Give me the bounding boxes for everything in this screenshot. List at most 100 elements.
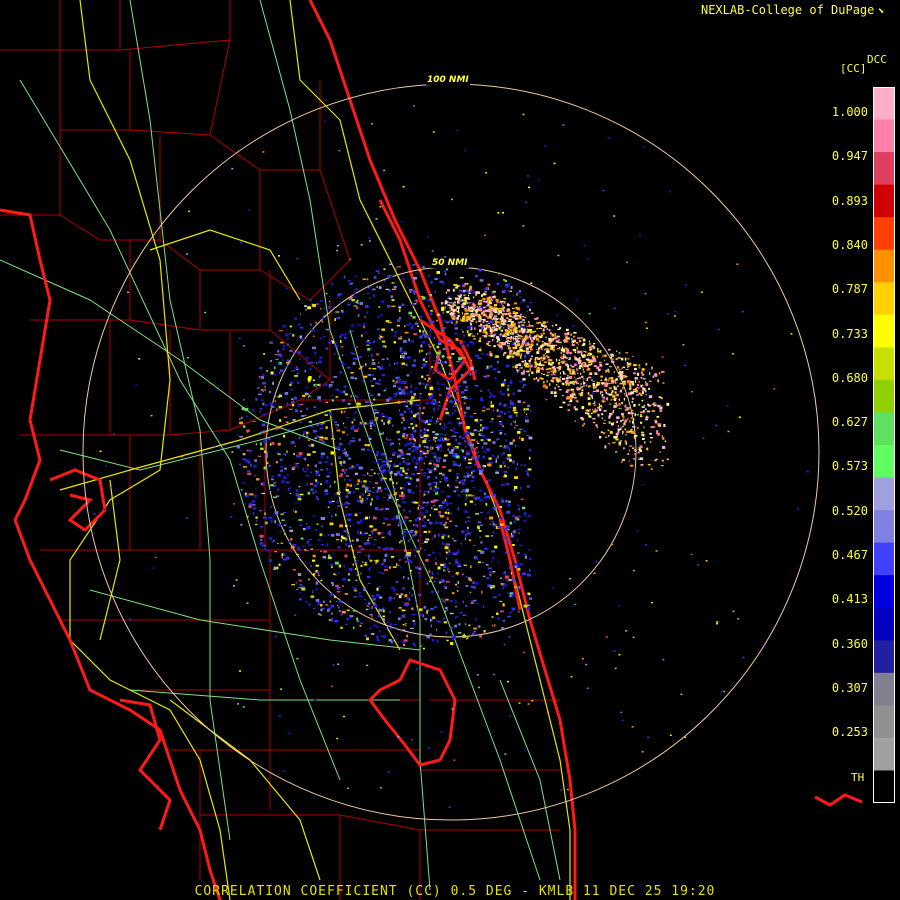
- echo-pixel: [399, 414, 404, 416]
- echo-pixel: [310, 426, 314, 428]
- echo-pixel: [527, 573, 531, 577]
- echo-pixel: [312, 335, 315, 337]
- echo-pixel: [468, 520, 470, 522]
- echo-pixel: [649, 437, 653, 439]
- echo-pixel: [525, 413, 528, 415]
- echo-pixel: [373, 528, 377, 531]
- echo-pixel: [381, 346, 386, 348]
- echo-pixel: [380, 489, 382, 492]
- echo-pixel: [320, 604, 323, 607]
- echo-pixel: [350, 372, 354, 374]
- echo-pixel: [640, 463, 644, 466]
- echo-pixel: [437, 448, 440, 451]
- echo-pixel: [362, 533, 366, 535]
- echo-pixel: [462, 614, 467, 616]
- echo-pixel: [411, 501, 415, 503]
- echo-pixel: [465, 534, 467, 537]
- echo-pixel: [353, 411, 358, 414]
- echo-pixel: [462, 341, 466, 343]
- echo-pixel: [337, 604, 339, 607]
- echo-pixel: [423, 432, 426, 434]
- echo-pixel: [395, 638, 397, 641]
- echo-pixel: [312, 492, 315, 495]
- echo-pixel: [471, 471, 473, 475]
- echo-pixel: [462, 600, 464, 604]
- echo-pixel: [337, 606, 340, 609]
- echo-pixel: [345, 501, 349, 504]
- echo-pixel: [367, 354, 370, 357]
- echo-pixel: [334, 620, 339, 623]
- echo-pixel: [328, 471, 331, 474]
- echo-pixel: [521, 403, 523, 406]
- echo-pixel: [372, 368, 377, 370]
- echo-pixel: [376, 451, 379, 454]
- echo-pixel: [528, 449, 532, 452]
- echo-pixel: [349, 525, 351, 528]
- echo-pixel: [486, 365, 489, 369]
- echo-pixel: [430, 281, 433, 284]
- echo-pixel: [312, 429, 316, 433]
- echo-pixel: [461, 328, 463, 331]
- echo-pixel: [488, 570, 493, 574]
- echo-pixel: [372, 597, 376, 601]
- echo-pixel: [477, 526, 480, 530]
- echo-pixel: [450, 356, 452, 359]
- echo-pixel: [470, 565, 472, 569]
- echo-pixel: [405, 474, 409, 478]
- echo-pixel: [400, 453, 405, 456]
- echo-pixel: [540, 356, 543, 359]
- echo-pixel: [388, 289, 391, 292]
- echo-pixel: [599, 363, 603, 367]
- echo-pixel: [442, 413, 444, 415]
- echo-pixel: [413, 277, 417, 280]
- echo-pixel: [487, 567, 492, 570]
- echo-pixel: [240, 449, 242, 452]
- echo-pixel: [315, 581, 319, 585]
- echo-pixel: [444, 546, 449, 550]
- echo-pixel: [327, 609, 330, 612]
- echo-pixel: [447, 379, 452, 382]
- echo-pixel: [372, 288, 376, 291]
- echo-pixel: [411, 631, 414, 634]
- echo-pixel: [486, 512, 490, 514]
- echo-pixel: [407, 407, 411, 410]
- echo-pixel: [496, 340, 499, 343]
- echo-pixel: [321, 320, 323, 323]
- echo-pixel: [437, 381, 439, 385]
- echo-pixel: [320, 455, 323, 459]
- echo-pixel: [310, 392, 313, 394]
- echo-pixel: [528, 568, 531, 572]
- echo-pixel: [369, 537, 373, 539]
- echo-pixel: [528, 359, 531, 362]
- echo-pixel: [417, 404, 420, 406]
- echo-pixel: [523, 554, 527, 556]
- echo-pixel: [327, 492, 329, 495]
- echo-pixel: [518, 532, 520, 534]
- echo-pixel: [470, 323, 472, 326]
- echo-pixel: [500, 300, 504, 303]
- echo-pixel: [447, 511, 450, 515]
- echo-pixel: [264, 450, 266, 453]
- echo-pixel: [437, 370, 439, 372]
- echo-pixel: [492, 494, 496, 497]
- echo-pixel: [236, 446, 240, 449]
- echo-pixel: [500, 453, 503, 456]
- echo-pixel: [579, 372, 582, 375]
- echo-pixel: [438, 457, 441, 459]
- echo-pixel: [294, 375, 298, 377]
- echo-pixel: [323, 315, 325, 317]
- echo-pixel: [330, 463, 333, 466]
- echo-pixel: [472, 487, 476, 489]
- echo-pixel: [380, 452, 384, 456]
- echo-pixel: [353, 292, 356, 295]
- echo-pixel: [255, 516, 258, 519]
- echo-pixel: [408, 482, 411, 485]
- echo-pixel: [322, 556, 326, 559]
- echo-pixel: [401, 497, 405, 500]
- echo-pixel: [367, 472, 369, 475]
- echo-pixel: [372, 294, 376, 297]
- echo-pixel: [335, 573, 337, 576]
- echo-pixel: [421, 412, 424, 415]
- echo-pixel: [461, 396, 464, 398]
- echo-pixel: [369, 626, 372, 630]
